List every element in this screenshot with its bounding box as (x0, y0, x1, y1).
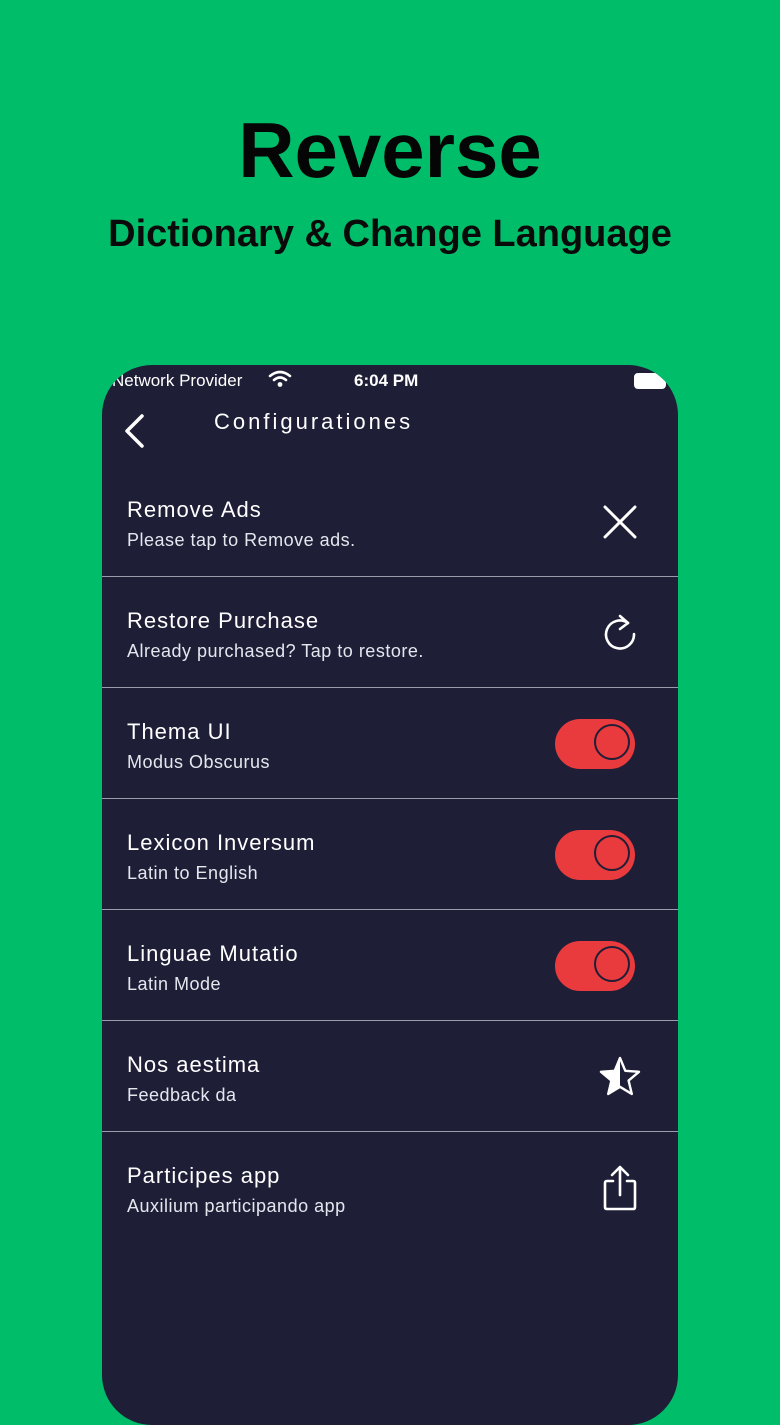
setting-title: Linguae Mutatio (127, 941, 299, 966)
promo-title: Reverse (238, 106, 542, 194)
setting-subtitle: Latin Mode (127, 974, 222, 994)
toggle-knob (594, 724, 630, 760)
settings-list: Remove Ads Please tap to Remove ads. Res… (102, 466, 678, 1242)
close-icon (603, 505, 637, 539)
chevron-left-icon (125, 414, 144, 448)
setting-rate-us[interactable]: Nos aestima Feedback da (102, 1021, 678, 1132)
toggle-knob (594, 946, 630, 982)
setting-share-app[interactable]: Participes app Auxilium participando app (102, 1132, 678, 1242)
setting-restore-purchase[interactable]: Restore Purchase Already purchased? Tap … (102, 577, 678, 688)
setting-remove-ads[interactable]: Remove Ads Please tap to Remove ads. (102, 466, 678, 577)
nav-bar: Configurationes (102, 401, 678, 461)
setting-title: Participes app (127, 1163, 281, 1188)
setting-title: Restore Purchase (127, 608, 320, 633)
promo-subtitle: Dictionary & Change Language (108, 213, 672, 255)
setting-subtitle: Already purchased? Tap to restore. (127, 641, 424, 661)
page-title: Configurationes (214, 409, 414, 434)
setting-reverse-lexicon: Lexicon Inversum Latin to English (102, 799, 678, 910)
setting-title: Remove Ads (127, 497, 262, 522)
setting-subtitle: Auxilium participando app (127, 1196, 346, 1216)
toggle-knob (594, 835, 630, 871)
setting-subtitle: Modus Obscurus (127, 752, 271, 772)
language-toggle[interactable] (555, 941, 635, 991)
phone-screen: Network Provider 6:04 PM Configurationes… (102, 365, 678, 1425)
setting-theme: Thema UI Modus Obscurus (102, 688, 678, 799)
setting-title: Lexicon Inversum (127, 830, 316, 855)
network-provider: Network Provider (112, 371, 243, 390)
setting-language-change: Linguae Mutatio Latin Mode (102, 910, 678, 1021)
remove-ads-button[interactable] (598, 500, 642, 544)
wifi-icon (268, 370, 292, 387)
setting-subtitle: Feedback da (127, 1085, 237, 1105)
status-bar: Network Provider 6:04 PM (102, 365, 678, 395)
back-button[interactable] (116, 409, 152, 453)
restore-button[interactable] (598, 611, 642, 655)
star-icon (599, 1056, 641, 1096)
theme-toggle[interactable] (555, 719, 635, 769)
share-icon (603, 1165, 637, 1211)
setting-subtitle: Please tap to Remove ads. (127, 530, 356, 550)
battery-icon (634, 373, 669, 389)
refresh-icon (604, 614, 636, 650)
setting-title: Nos aestima (127, 1052, 261, 1077)
reverse-lexicon-toggle[interactable] (555, 830, 635, 880)
setting-title: Thema UI (127, 719, 232, 744)
rate-button[interactable] (598, 1055, 642, 1099)
status-time: 6:04 PM (354, 371, 419, 390)
share-button[interactable] (598, 1165, 642, 1211)
setting-subtitle: Latin to English (127, 863, 259, 883)
